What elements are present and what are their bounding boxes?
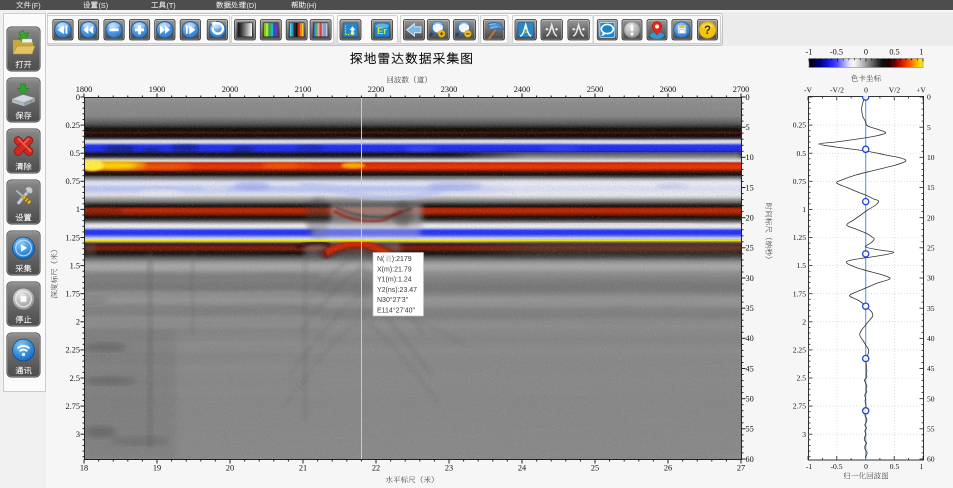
svg-text:2200: 2200 bbox=[368, 85, 385, 94]
svg-text:0.75: 0.75 bbox=[793, 177, 806, 186]
svg-text:0.25: 0.25 bbox=[65, 121, 80, 130]
svg-text:22: 22 bbox=[372, 464, 380, 473]
svg-text:1.5: 1.5 bbox=[70, 261, 80, 270]
svg-text:2600: 2600 bbox=[660, 85, 677, 94]
svg-text:-V/2: -V/2 bbox=[830, 86, 844, 95]
svg-text:1.5: 1.5 bbox=[797, 261, 807, 270]
svg-text:2.75: 2.75 bbox=[793, 402, 806, 411]
svg-text:2.75: 2.75 bbox=[65, 402, 80, 411]
svg-text:0.5: 0.5 bbox=[797, 149, 807, 158]
svg-text:V/2: V/2 bbox=[889, 86, 901, 95]
svg-text:10: 10 bbox=[746, 153, 754, 162]
svg-text:55: 55 bbox=[746, 425, 754, 434]
svg-text:50: 50 bbox=[746, 395, 754, 404]
svg-text:21: 21 bbox=[299, 464, 307, 473]
svg-text:2: 2 bbox=[76, 318, 80, 327]
svg-text:1.75: 1.75 bbox=[65, 290, 80, 299]
svg-text:5: 5 bbox=[927, 123, 931, 132]
svg-text:E114°27'40": E114°27'40" bbox=[377, 307, 416, 315]
svg-text:27: 27 bbox=[737, 464, 745, 473]
svg-text:45: 45 bbox=[927, 364, 935, 373]
svg-text:40: 40 bbox=[746, 334, 754, 343]
svg-text:?: ? bbox=[704, 25, 711, 37]
svg-text:-V: -V bbox=[804, 86, 813, 95]
svg-text:Er: Er bbox=[377, 26, 387, 37]
svg-text:19: 19 bbox=[153, 464, 161, 473]
svg-text:2: 2 bbox=[802, 317, 806, 326]
svg-text:-0.5: -0.5 bbox=[830, 462, 842, 471]
svg-text:(S): (S) bbox=[99, 1, 109, 10]
svg-text:0.5: 0.5 bbox=[889, 48, 899, 57]
svg-text:20: 20 bbox=[746, 214, 754, 223]
svg-text:15: 15 bbox=[746, 183, 754, 192]
svg-text:2.25: 2.25 bbox=[65, 346, 80, 355]
svg-text:1.75: 1.75 bbox=[793, 289, 806, 298]
svg-text:0.75: 0.75 bbox=[65, 177, 80, 186]
svg-text:60: 60 bbox=[746, 455, 754, 464]
svg-text:+V: +V bbox=[916, 86, 926, 95]
svg-text:5: 5 bbox=[746, 123, 750, 132]
svg-text:0: 0 bbox=[864, 48, 868, 57]
svg-text:23: 23 bbox=[445, 464, 453, 473]
svg-text:1: 1 bbox=[802, 205, 806, 214]
svg-text:25: 25 bbox=[746, 244, 754, 253]
svg-text:1.25: 1.25 bbox=[65, 233, 80, 242]
svg-text:N(: N( bbox=[377, 256, 385, 263]
svg-text:(D): (D) bbox=[247, 1, 257, 10]
svg-text:1: 1 bbox=[919, 48, 923, 57]
svg-text:10: 10 bbox=[927, 153, 935, 162]
svg-text:1.25: 1.25 bbox=[793, 233, 806, 242]
svg-text:1: 1 bbox=[920, 462, 924, 471]
svg-text:-1: -1 bbox=[806, 48, 813, 57]
svg-text:2000: 2000 bbox=[222, 85, 239, 94]
svg-text:30: 30 bbox=[746, 274, 754, 283]
svg-text:3: 3 bbox=[802, 430, 806, 439]
svg-text:24: 24 bbox=[518, 464, 527, 473]
svg-text:X(m):21.79: X(m):21.79 bbox=[377, 266, 412, 273]
svg-text:0: 0 bbox=[864, 86, 868, 95]
svg-text:0: 0 bbox=[927, 93, 931, 102]
svg-text:):2179: ):2179 bbox=[392, 256, 412, 263]
svg-text:50: 50 bbox=[927, 394, 935, 403]
svg-text:0.5: 0.5 bbox=[890, 462, 900, 471]
svg-text:18: 18 bbox=[80, 464, 88, 473]
svg-text:2.5: 2.5 bbox=[70, 374, 80, 383]
svg-text:2500: 2500 bbox=[587, 85, 604, 94]
svg-text:(H): (H) bbox=[307, 1, 317, 10]
svg-text:(T): (T) bbox=[167, 1, 176, 10]
svg-text:Y2(ns):23.47: Y2(ns):23.47 bbox=[377, 287, 417, 294]
svg-text:35: 35 bbox=[746, 304, 754, 313]
svg-text:40: 40 bbox=[927, 334, 935, 343]
svg-text:Y1(m):1.24: Y1(m):1.24 bbox=[377, 277, 412, 284]
svg-text:-1: -1 bbox=[806, 462, 813, 471]
svg-text:0: 0 bbox=[864, 462, 868, 471]
svg-text:0: 0 bbox=[746, 93, 750, 102]
svg-text:0: 0 bbox=[76, 93, 80, 102]
svg-text:15: 15 bbox=[927, 183, 935, 192]
svg-text:45: 45 bbox=[746, 364, 754, 373]
svg-text:1: 1 bbox=[76, 205, 80, 214]
svg-text:35: 35 bbox=[927, 304, 935, 313]
svg-text:0.25: 0.25 bbox=[793, 121, 806, 130]
svg-text:26: 26 bbox=[664, 464, 672, 473]
svg-text:-0.5: -0.5 bbox=[830, 48, 843, 57]
svg-text:3: 3 bbox=[76, 430, 80, 439]
svg-text:2.25: 2.25 bbox=[793, 346, 806, 355]
svg-text:(F): (F) bbox=[32, 1, 41, 10]
svg-text:0.5: 0.5 bbox=[70, 149, 80, 158]
svg-text:2.5: 2.5 bbox=[797, 374, 807, 383]
svg-text:25: 25 bbox=[927, 243, 935, 252]
svg-text:20: 20 bbox=[226, 464, 234, 473]
svg-text:1900: 1900 bbox=[149, 85, 166, 94]
svg-text:2100: 2100 bbox=[295, 85, 312, 94]
svg-text:20: 20 bbox=[927, 213, 935, 222]
svg-text:2400: 2400 bbox=[514, 85, 531, 94]
svg-text:60: 60 bbox=[927, 455, 935, 464]
svg-text:25: 25 bbox=[591, 464, 599, 473]
svg-text:N30°27'3": N30°27'3" bbox=[377, 296, 409, 304]
svg-text:55: 55 bbox=[927, 424, 935, 433]
svg-text:2300: 2300 bbox=[441, 85, 458, 94]
svg-text:30: 30 bbox=[927, 274, 935, 283]
